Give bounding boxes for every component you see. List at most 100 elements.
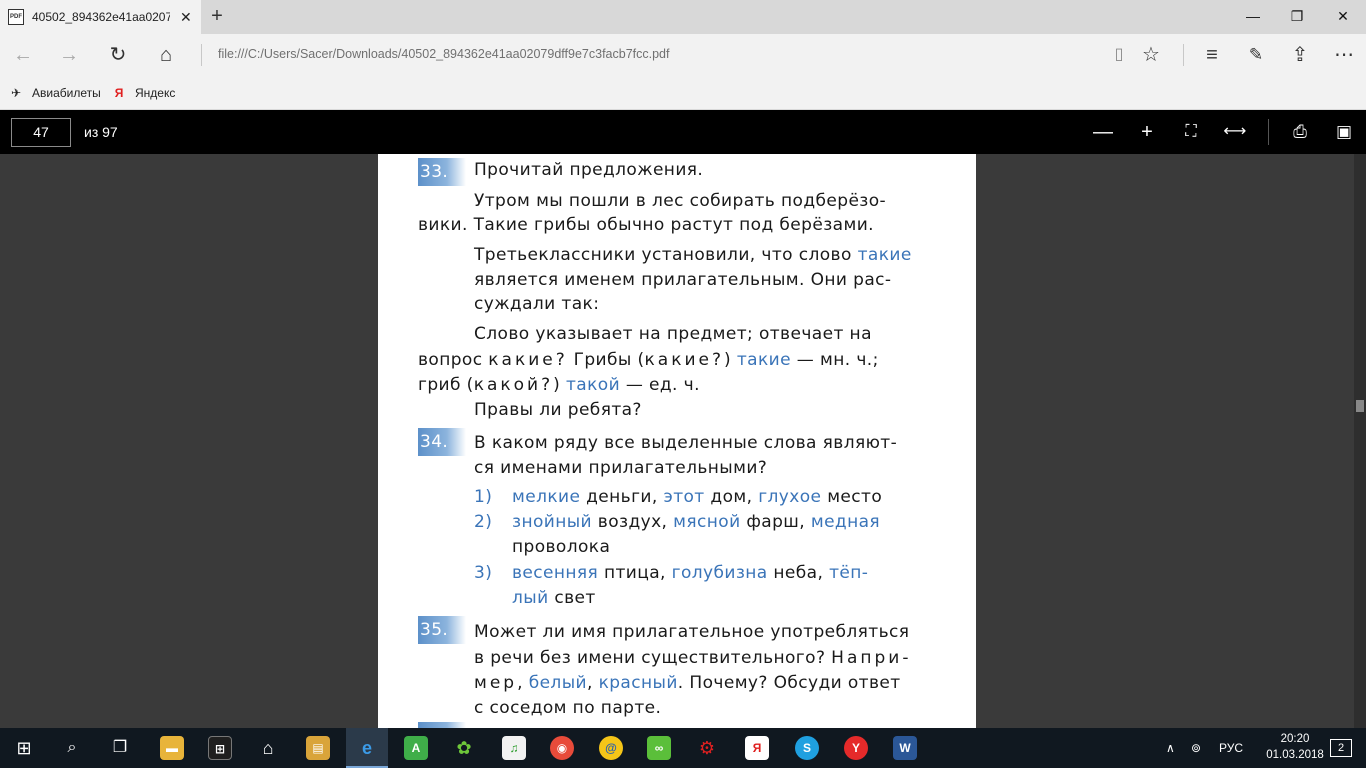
option-3-continuation: лый свет bbox=[512, 588, 596, 608]
hub-icon[interactable]: ≡ bbox=[1197, 40, 1227, 70]
page-number-input[interactable]: 47 bbox=[11, 118, 71, 147]
exercise-33-text-line: суждали так: bbox=[474, 294, 600, 314]
notification-count: 2 bbox=[1330, 739, 1352, 757]
highlighted-word: глухое bbox=[758, 487, 822, 507]
task-view-icon[interactable]: ❐ bbox=[106, 734, 134, 762]
more-icon[interactable]: ⋯ bbox=[1329, 40, 1359, 70]
exercise-33-text-line: Третьеклассники установили, что слово та… bbox=[474, 245, 912, 265]
home-icon[interactable]: ⌂ bbox=[151, 40, 181, 70]
maximize-button[interactable]: ❐ bbox=[1274, 0, 1320, 34]
exercise-34-title-line: В каком ряду все выделенные слова являют… bbox=[474, 433, 898, 453]
highlighted-word: красный bbox=[598, 673, 678, 693]
exercise-33-sentence-line: Утром мы пошли в лес собирать подберёзо- bbox=[474, 191, 887, 211]
close-window-button[interactable]: ✕ bbox=[1320, 0, 1366, 34]
highlighted-word: такие bbox=[736, 350, 791, 370]
taskbar: ⊞ ⌕ ❐ ▬ ⊞ ⌂ ▤ e A ✿ ♫ ◉ @ ∞ ⚙ Я S Y W ∧ … bbox=[0, 728, 1366, 768]
tab-title: 40502_894362e41aa02079dff9e7c3facb7fcc.p… bbox=[32, 10, 170, 24]
language-indicator[interactable]: РУС bbox=[1219, 728, 1243, 768]
music-app-icon[interactable]: ♫ bbox=[502, 736, 526, 760]
pdf-page: 33. Прочитай предложения. Утром мы пошли… bbox=[378, 154, 976, 728]
yandex-icon: Я bbox=[114, 86, 124, 100]
skype-icon[interactable]: S bbox=[795, 736, 819, 760]
a-app-icon[interactable]: A bbox=[404, 736, 428, 760]
print-icon[interactable]: ⎙ bbox=[1288, 121, 1312, 143]
highlighted-word: белый bbox=[528, 673, 587, 693]
chrome-icon[interactable]: ◉ bbox=[550, 736, 574, 760]
mail-ru-icon[interactable]: @ bbox=[599, 736, 623, 760]
edge-browser-icon[interactable]: e bbox=[355, 736, 379, 760]
spaced-word: мер bbox=[474, 673, 518, 693]
text: — ед. ч. bbox=[620, 375, 700, 395]
search-icon[interactable]: ⌕ bbox=[58, 734, 86, 762]
exercise-number-34: 34. bbox=[418, 428, 466, 456]
exercise-33-text-line: вопрос какие? Грибы (какие?) такие — мн.… bbox=[418, 350, 879, 370]
tab-strip: PDF 40502_894362e41aa02079dff9e7c3facb7f… bbox=[0, 0, 1366, 34]
option-2-number: 2) bbox=[474, 512, 493, 532]
reading-view-icon[interactable]: ▯ bbox=[1104, 40, 1134, 70]
word-icon[interactable]: W bbox=[893, 736, 917, 760]
new-tab-button[interactable]: + bbox=[206, 5, 228, 27]
highlighted-word: медная bbox=[810, 512, 881, 532]
exercise-35-line: Может ли имя прилагательное употреблятьс… bbox=[474, 622, 910, 642]
text: дом, bbox=[704, 487, 759, 507]
text: ) bbox=[553, 375, 566, 395]
yandex-browser-icon[interactable]: Y bbox=[844, 736, 868, 760]
clock[interactable]: 20:20 01.03.2018 bbox=[1266, 731, 1324, 763]
highlighted-word: такой bbox=[565, 375, 621, 395]
pdf-file-icon: PDF bbox=[8, 9, 24, 25]
text: неба, bbox=[767, 563, 830, 583]
text: фарш, bbox=[740, 512, 811, 532]
forward-arrow-icon[interactable]: → bbox=[54, 40, 84, 70]
home-app-icon[interactable]: ⌂ bbox=[256, 736, 280, 760]
highlighted-word: мясной bbox=[673, 512, 741, 532]
share-icon[interactable]: ⇪ bbox=[1285, 40, 1315, 70]
zoom-out-icon[interactable]: — bbox=[1091, 121, 1115, 143]
yandex-taskbar-icon[interactable]: Я bbox=[745, 736, 769, 760]
favorite-star-icon[interactable]: ☆ bbox=[1136, 40, 1166, 70]
favorite-aviabilety[interactable]: ✈ Авиабилеты bbox=[8, 85, 101, 101]
windows-start-icon[interactable]: ⊞ bbox=[10, 734, 38, 762]
highlighted-word: такие bbox=[857, 245, 912, 265]
game-app-icon[interactable]: ∞ bbox=[647, 736, 671, 760]
clock-time: 20:20 bbox=[1280, 733, 1310, 745]
favorite-label: Яндекс bbox=[135, 86, 176, 100]
spaced-question: какие? bbox=[644, 350, 725, 370]
highlighted-word: весенняя bbox=[512, 563, 599, 583]
vertical-scrollbar[interactable] bbox=[1354, 154, 1366, 728]
zoom-in-icon[interactable]: + bbox=[1135, 121, 1159, 143]
security-app-icon[interactable]: ⚙ bbox=[695, 736, 719, 760]
minimize-button[interactable]: — bbox=[1230, 0, 1276, 34]
archive-app-icon[interactable]: ▤ bbox=[306, 736, 330, 760]
notification-center-icon[interactable]: 2 bbox=[1330, 728, 1352, 768]
spaced-question: какие? bbox=[488, 350, 568, 370]
save-icon[interactable]: ▣ bbox=[1332, 121, 1356, 143]
highlighted-word: голубизна bbox=[671, 563, 768, 583]
option-3: весенняя птица, голубизна неба, тёп- bbox=[512, 563, 868, 583]
icq-icon[interactable]: ✿ bbox=[452, 736, 476, 760]
exercise-35-line: с соседом по парте. bbox=[474, 698, 662, 718]
refresh-icon[interactable]: ↻ bbox=[103, 40, 133, 70]
fit-page-icon[interactable]: ⛶ bbox=[1179, 121, 1203, 143]
text: Грибы ( bbox=[567, 350, 645, 370]
option-2-continuation: проволока bbox=[512, 537, 611, 557]
exercise-33-text-line: является именем прилагательным. Они рас- bbox=[474, 270, 892, 290]
show-hidden-icons[interactable]: ∧ bbox=[1166, 728, 1175, 768]
store-icon[interactable]: ⊞ bbox=[208, 736, 232, 760]
exercise-33-text-line: Слово указывает на предмет; отвечает на bbox=[474, 324, 872, 344]
tab-pdf-document[interactable]: PDF 40502_894362e41aa02079dff9e7c3facb7f… bbox=[0, 0, 201, 34]
file-explorer-icon[interactable]: ▬ bbox=[160, 736, 184, 760]
highlighted-word: этот bbox=[663, 487, 705, 507]
back-arrow-icon[interactable]: ← bbox=[8, 40, 38, 70]
text: птица, bbox=[598, 563, 672, 583]
pdf-viewer[interactable]: 33. Прочитай предложения. Утром мы пошли… bbox=[0, 154, 1366, 728]
web-note-icon[interactable]: ✎ bbox=[1241, 40, 1271, 70]
page-total-label: из 97 bbox=[84, 124, 118, 140]
fit-width-icon[interactable]: ⟷ bbox=[1223, 121, 1247, 143]
scrollbar-thumb[interactable] bbox=[1356, 400, 1364, 412]
favorite-yandex[interactable]: Я Яндекс bbox=[111, 85, 176, 101]
option-1: мелкие деньги, этот дом, глухое место bbox=[512, 487, 882, 507]
network-icon[interactable]: ⊚ bbox=[1191, 728, 1201, 768]
tab-close-icon[interactable]: ✕ bbox=[180, 9, 192, 26]
toolbar-separator bbox=[1183, 44, 1184, 66]
address-bar[interactable]: file:///C:/Users/Sacer/Downloads/40502_8… bbox=[218, 47, 669, 61]
